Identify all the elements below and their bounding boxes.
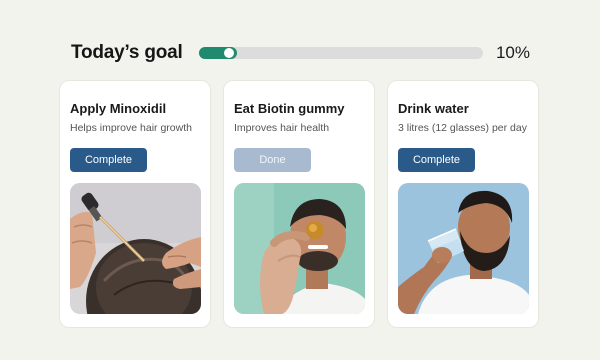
goal-title: Today’s goal xyxy=(71,42,183,63)
done-button[interactable]: Done xyxy=(234,148,311,172)
task-title: Drink water xyxy=(398,101,469,116)
goal-percent: 10% xyxy=(495,43,530,62)
complete-button[interactable]: Complete xyxy=(70,148,147,172)
minoxidil-dropper-scalp-photo xyxy=(70,183,201,314)
task-card-minoxidil: Apply Minoxidil Helps improve hair growt… xyxy=(59,80,211,328)
task-card-water: Drink water 3 litres (12 glasses) per da… xyxy=(387,80,539,328)
task-card-biotin: Eat Biotin gummy Improves hair health Do… xyxy=(223,80,375,328)
task-description: Improves hair health xyxy=(234,122,330,134)
goal-header: Today’s goal 10% xyxy=(71,40,531,68)
complete-button[interactable]: Complete xyxy=(398,148,475,172)
task-title: Eat Biotin gummy xyxy=(234,101,345,116)
goal-progress-bar xyxy=(199,47,483,59)
task-description: 3 litres (12 glasses) per day xyxy=(398,122,527,134)
man-holding-gummy-photo xyxy=(234,183,365,314)
man-drinking-water-photo xyxy=(398,183,529,314)
task-title: Apply Minoxidil xyxy=(70,101,167,116)
task-description: Helps improve hair growth xyxy=(70,122,192,134)
